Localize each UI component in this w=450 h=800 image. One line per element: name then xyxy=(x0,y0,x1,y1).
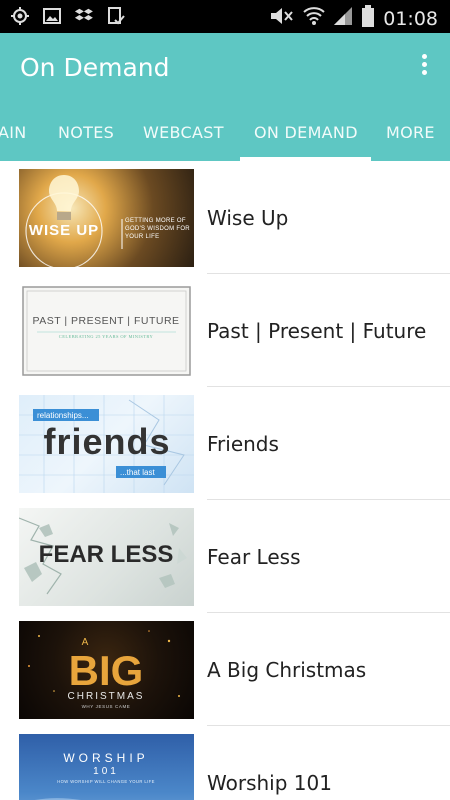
dropbox-icon xyxy=(74,6,94,31)
more-vert-icon[interactable] xyxy=(418,54,430,80)
clock: 01:08 xyxy=(383,7,438,30)
list-item[interactable]: WORSHIP 101 HOW WORSHIP WILL CHANGE YOUR… xyxy=(0,726,450,800)
series-title: Fear Less xyxy=(207,545,301,569)
thumbnail-top-text: relationships... xyxy=(37,411,89,420)
thumbnail-subtitle-text: 101 xyxy=(93,766,119,777)
thumbnail-caption: WHY JESUS CAME xyxy=(82,704,131,709)
thumbnail-caption: CELEBRATING 25 YEARS OF MINISTRY xyxy=(59,334,154,339)
series-thumbnail: A BIG CHRISTMAS WHY JESUS CAME xyxy=(19,621,194,719)
tab-webcast[interactable]: WEBCAST xyxy=(143,123,224,142)
series-thumbnail: PAST | PRESENT | FUTURE CELEBRATING 25 Y… xyxy=(19,282,194,380)
thumbnail-subtitle-text: CHRISTMAS xyxy=(68,691,145,702)
series-thumbnail: WISE UP GETTING MORE OF GOD'S WISDOM FOR… xyxy=(19,169,194,267)
list-item[interactable]: PAST | PRESENT | FUTURE CELEBRATING 25 Y… xyxy=(0,274,450,387)
tab-more[interactable]: MORE xyxy=(386,123,435,142)
series-title: Friends xyxy=(207,432,279,456)
battery-icon xyxy=(361,5,375,32)
series-title: A Big Christmas xyxy=(207,658,367,682)
app-bar: On Demand xyxy=(0,33,450,100)
tab-main[interactable]: AIN xyxy=(0,123,27,142)
page-title: On Demand xyxy=(20,53,170,82)
thumbnail-caption: GETTING MORE OF GOD'S WISDOM FOR YOUR LI… xyxy=(125,218,190,240)
thumbnail-caption: HOW WORSHIP WILL CHANGE YOUR LIFE xyxy=(57,779,155,784)
series-thumbnail: FEAR LESS xyxy=(19,508,194,606)
series-title: Worship 101 xyxy=(207,771,332,795)
mute-icon xyxy=(269,6,295,31)
thumbnail-title-text: FEAR LESS xyxy=(39,541,174,568)
thumbnail-bottom-text: ...that last xyxy=(120,468,155,477)
series-title: Wise Up xyxy=(207,206,289,230)
image-icon xyxy=(42,6,62,31)
series-title: Past | Present | Future xyxy=(207,319,427,343)
list-item[interactable]: relationships... friends ...that last Fr… xyxy=(0,387,450,500)
tab-bar: AIN NOTES WEBCAST ON DEMAND MORE xyxy=(0,100,450,161)
thumbnail-title-text: WISE UP xyxy=(29,222,99,239)
thumbnail-title-text: BIG xyxy=(69,647,144,694)
signal-icon xyxy=(333,6,353,31)
thumbnail-title-text: WORSHIP xyxy=(63,751,148,765)
list-item[interactable]: WISE UP GETTING MORE OF GOD'S WISDOM FOR… xyxy=(0,161,450,274)
tab-notes[interactable]: NOTES xyxy=(58,123,114,142)
wifi-icon xyxy=(303,6,325,31)
download-done-icon xyxy=(106,6,126,31)
series-thumbnail: WORSHIP 101 HOW WORSHIP WILL CHANGE YOUR… xyxy=(19,734,194,800)
thumbnail-title-text: friends xyxy=(43,421,170,462)
tab-on-demand[interactable]: ON DEMAND xyxy=(254,123,358,142)
list-item[interactable]: FEAR LESS Fear Less xyxy=(0,500,450,613)
status-bar: 01:08 xyxy=(0,0,450,33)
gps-icon xyxy=(10,6,30,31)
on-demand-list: WISE UP GETTING MORE OF GOD'S WISDOM FOR… xyxy=(0,161,450,800)
thumbnail-title-text: PAST | PRESENT | FUTURE xyxy=(32,315,179,327)
list-item[interactable]: A BIG CHRISTMAS WHY JESUS CAME A Big Chr… xyxy=(0,613,450,726)
series-thumbnail: relationships... friends ...that last xyxy=(19,395,194,493)
